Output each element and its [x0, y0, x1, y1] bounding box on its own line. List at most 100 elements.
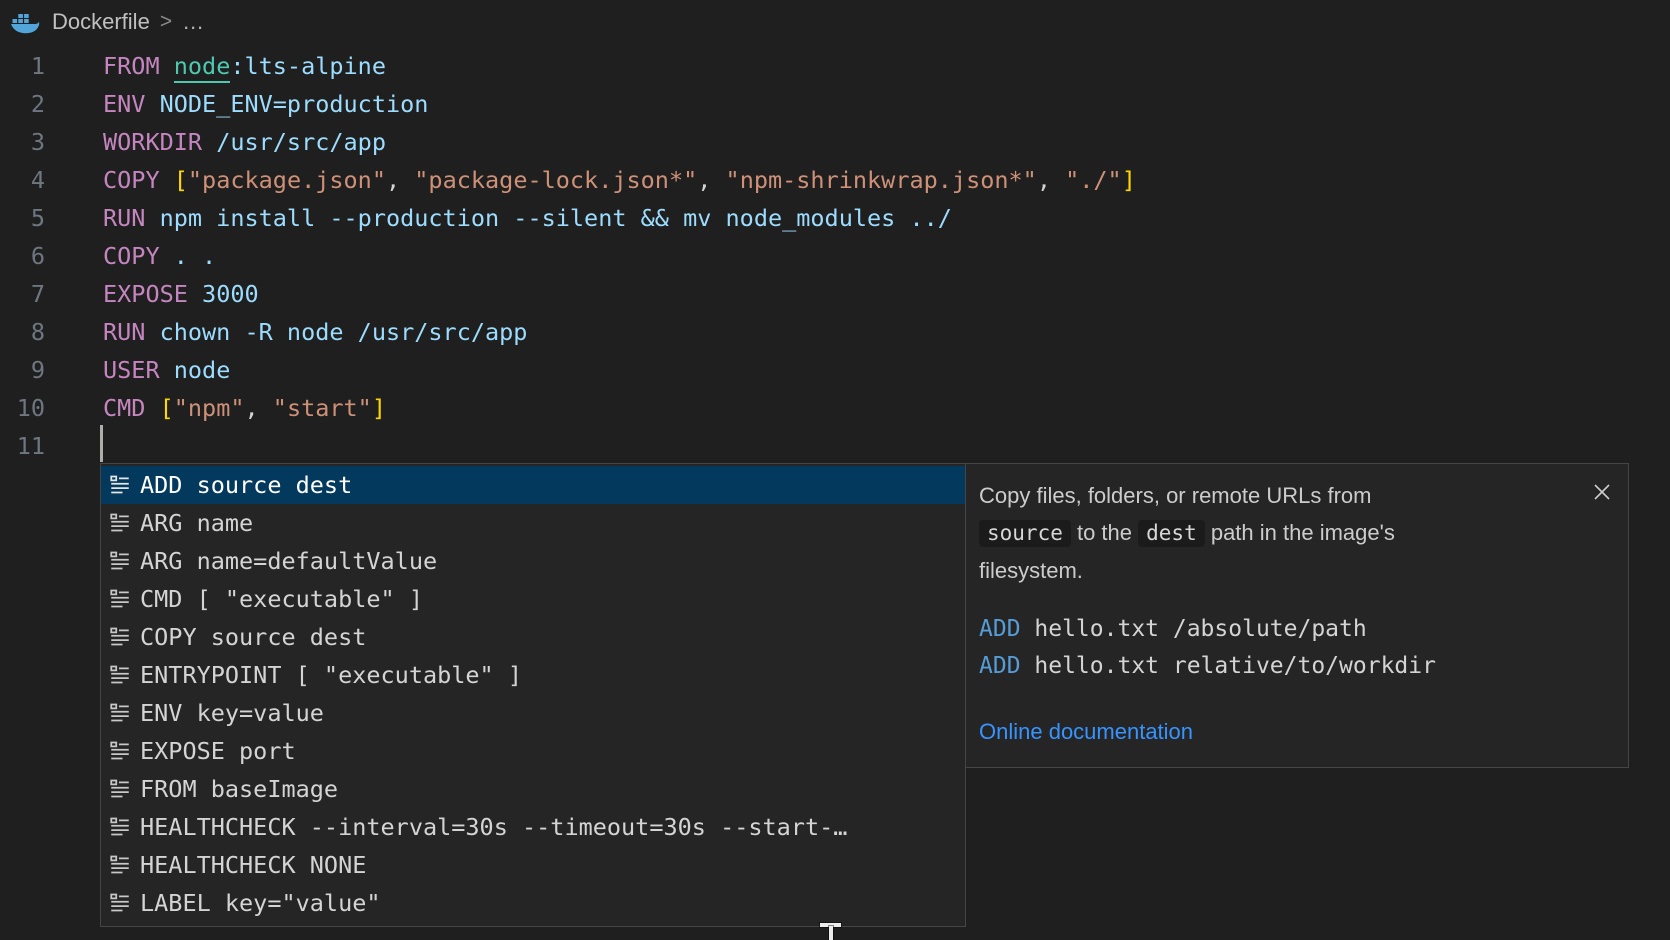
- mouse-ibeam-cursor: [820, 923, 841, 940]
- keyword-token: COPY: [103, 166, 174, 194]
- suggestion-label: ENV key=value: [140, 699, 324, 727]
- line-number: 3: [0, 123, 45, 161]
- line-number: 7: [0, 275, 45, 313]
- inline-code-dest: dest: [1138, 520, 1205, 547]
- docs-code-line: ADD hello.txt /absolute/path: [979, 611, 1584, 648]
- snippet-icon: [110, 551, 130, 571]
- suggestion-label: ADD source dest: [140, 471, 352, 499]
- keyword-token: RUN: [103, 318, 160, 346]
- code-line[interactable]: FROM node:lts-alpine: [103, 47, 1136, 85]
- docs-description-line: source to the dest path in the image's: [979, 514, 1584, 552]
- suggestion-label: ENTRYPOINT [ "executable" ]: [140, 661, 522, 689]
- snippet-icon: [110, 779, 130, 799]
- docs-code-line: ADD hello.txt relative/to/workdir: [979, 648, 1584, 685]
- docs-text: to the: [1071, 520, 1138, 545]
- base-image-link[interactable]: node: [174, 52, 231, 83]
- suggestion-arg-name[interactable]: ARG name: [101, 504, 965, 542]
- docs-code-text: hello.txt relative/to/workdir: [1021, 653, 1436, 679]
- bracket-token: [: [174, 166, 188, 194]
- keyword-token: WORKDIR: [103, 128, 216, 156]
- snippet-icon: [110, 627, 130, 647]
- suggestion-expose[interactable]: EXPOSE port: [101, 732, 965, 770]
- suggestion-label-instr[interactable]: LABEL key="value": [101, 884, 965, 922]
- suggestion-copy[interactable]: COPY source dest: [101, 618, 965, 656]
- punct-token: ,: [386, 166, 414, 194]
- docs-description-line: filesystem.: [979, 552, 1584, 589]
- code-line[interactable]: CMD ["npm", "start"]: [103, 389, 1136, 427]
- snippet-icon: [110, 513, 130, 533]
- snippet-icon: [110, 475, 130, 495]
- line-number: 10: [0, 389, 45, 427]
- code-token: 3000: [202, 280, 259, 308]
- code-area[interactable]: FROM node:lts-alpine ENV NODE_ENV=produc…: [103, 47, 1136, 465]
- snippet-icon: [110, 703, 130, 723]
- keyword-token: USER: [103, 356, 174, 384]
- suggestion-healthcheck-none[interactable]: HEALTHCHECK NONE: [101, 846, 965, 884]
- suggestion-label: EXPOSE port: [140, 737, 296, 765]
- suggestion-entrypoint[interactable]: ENTRYPOINT [ "executable" ]: [101, 656, 965, 694]
- code-token: . .: [174, 242, 216, 270]
- breadcrumb-file[interactable]: Dockerfile: [52, 9, 150, 35]
- keyword-token: COPY: [103, 242, 174, 270]
- bracket-token: ]: [372, 394, 386, 422]
- close-icon[interactable]: [1590, 480, 1614, 504]
- line-number: 9: [0, 351, 45, 389]
- text-caret: [100, 425, 103, 462]
- suggestion-env[interactable]: ENV key=value: [101, 694, 965, 732]
- string-token: "npm-shrinkwrap.json*": [726, 166, 1037, 194]
- keyword-token: RUN: [103, 204, 160, 232]
- code-line[interactable]: ENV NODE_ENV=production: [103, 85, 1136, 123]
- code-line[interactable]: RUN chown -R node /usr/src/app: [103, 313, 1136, 351]
- code-token: :lts-alpine: [230, 52, 386, 80]
- docker-whale-icon: [10, 10, 40, 34]
- punct-token: ,: [697, 166, 725, 194]
- string-token: "package-lock.json*": [414, 166, 697, 194]
- suggestion-label: ARG name=defaultValue: [140, 547, 437, 575]
- suggestion-add[interactable]: ADD source dest: [101, 466, 965, 504]
- code-line[interactable]: EXPOSE 3000: [103, 275, 1136, 313]
- suggest-docs-panel: Copy files, folders, or remote URLs from…: [965, 463, 1629, 768]
- keyword-token: EXPOSE: [103, 280, 202, 308]
- suggestion-label: FROM baseImage: [140, 775, 338, 803]
- line-number-gutter: 1 2 3 4 5 6 7 8 9 10 11: [0, 47, 45, 465]
- string-token: "./": [1065, 166, 1122, 194]
- keyword-token: ENV: [103, 90, 160, 118]
- inline-code-source: source: [979, 520, 1071, 547]
- snippet-icon: [110, 665, 130, 685]
- code-line[interactable]: WORKDIR /usr/src/app: [103, 123, 1136, 161]
- breadcrumb: Dockerfile > …: [10, 7, 204, 37]
- code-line[interactable]: USER node: [103, 351, 1136, 389]
- docs-text: filesystem.: [979, 558, 1083, 583]
- string-token: "package.json": [188, 166, 386, 194]
- line-number: 5: [0, 199, 45, 237]
- string-token: "npm": [174, 394, 245, 422]
- code-line[interactable]: [103, 427, 1136, 465]
- suggestion-label: HEALTHCHECK NONE: [140, 851, 366, 879]
- chevron-right-icon: >: [160, 10, 172, 34]
- code-line[interactable]: COPY ["package.json", "package-lock.json…: [103, 161, 1136, 199]
- bracket-token: ]: [1122, 166, 1136, 194]
- online-documentation-link[interactable]: Online documentation: [979, 713, 1193, 750]
- string-token: "start": [273, 394, 372, 422]
- line-number: 8: [0, 313, 45, 351]
- punct-token: ,: [245, 394, 273, 422]
- suggestion-cmd[interactable]: CMD [ "executable" ]: [101, 580, 965, 618]
- line-number: 6: [0, 237, 45, 275]
- editor-screen: Dockerfile > … 1 2 3 4 5 6 7 8 9 10 11 F…: [0, 0, 1670, 940]
- line-number: 2: [0, 85, 45, 123]
- code-token: NODE_ENV=production: [160, 90, 429, 118]
- suggestion-label: COPY source dest: [140, 623, 366, 651]
- docs-description-line: Copy files, folders, or remote URLs from: [979, 477, 1584, 514]
- code-line[interactable]: COPY . .: [103, 237, 1136, 275]
- code-token: chown -R node /usr/src/app: [160, 318, 528, 346]
- bracket-token: [: [160, 394, 174, 422]
- suggestion-healthcheck-options[interactable]: HEALTHCHECK --interval=30s --timeout=30s…: [101, 808, 965, 846]
- suggestion-from[interactable]: FROM baseImage: [101, 770, 965, 808]
- breadcrumb-ellipsis[interactable]: …: [182, 9, 204, 35]
- keyword-token: CMD: [103, 394, 160, 422]
- punct-token: ,: [1037, 166, 1065, 194]
- docs-text: Copy files, folders, or remote URLs from: [979, 483, 1371, 508]
- suggestion-arg-default[interactable]: ARG name=defaultValue: [101, 542, 965, 580]
- code-line[interactable]: RUN npm install --production --silent &&…: [103, 199, 1136, 237]
- suggestion-label: HEALTHCHECK --interval=30s --timeout=30s…: [140, 813, 847, 841]
